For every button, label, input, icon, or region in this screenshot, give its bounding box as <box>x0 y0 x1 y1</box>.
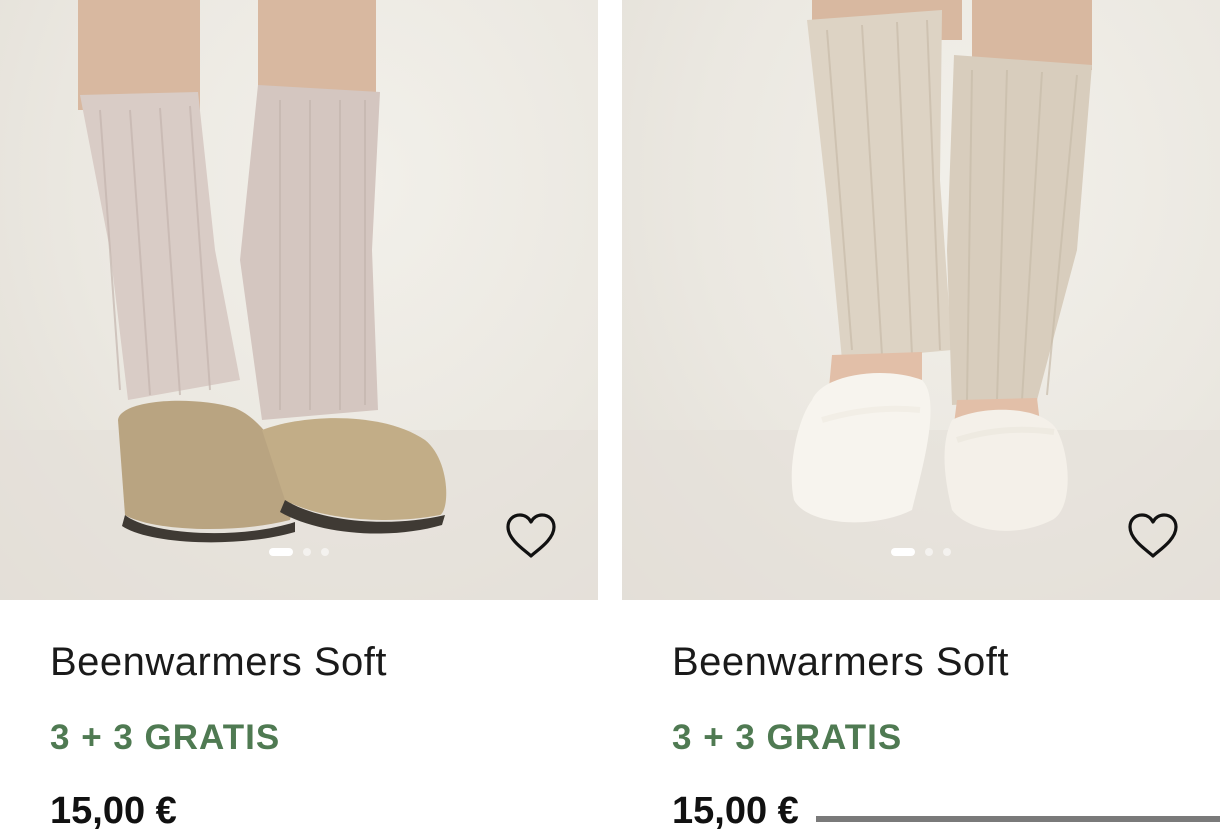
product-card[interactable]: Beenwarmers Soft 3 + 3 GRATIS 15,00 € <box>622 0 1220 832</box>
carousel-dot[interactable] <box>303 548 311 556</box>
product-name[interactable]: Beenwarmers Soft <box>50 640 387 685</box>
carousel-dot[interactable] <box>943 548 951 556</box>
carousel-dot[interactable] <box>321 548 329 556</box>
favorite-button[interactable] <box>1125 508 1181 564</box>
product-price: 15,00 € <box>672 790 799 832</box>
product-card[interactable]: Beenwarmers Soft 3 + 3 GRATIS 15,00 € <box>0 0 598 832</box>
carousel-dot[interactable] <box>269 548 293 556</box>
product-name[interactable]: Beenwarmers Soft <box>672 640 1009 685</box>
heart-outline-icon <box>1128 513 1178 558</box>
product-image[interactable] <box>0 0 598 600</box>
heart-outline-icon <box>506 513 556 558</box>
product-price: 15,00 € <box>50 790 177 832</box>
promo-label: 3 + 3 GRATIS <box>672 718 903 757</box>
favorite-button[interactable] <box>503 508 559 564</box>
product-image[interactable] <box>622 0 1220 600</box>
carousel-dot[interactable] <box>891 548 915 556</box>
product-grid: Beenwarmers Soft 3 + 3 GRATIS 15,00 € Be… <box>0 0 1220 832</box>
carousel-dot[interactable] <box>925 548 933 556</box>
scrollbar[interactable] <box>816 816 1220 822</box>
promo-label: 3 + 3 GRATIS <box>50 718 281 757</box>
